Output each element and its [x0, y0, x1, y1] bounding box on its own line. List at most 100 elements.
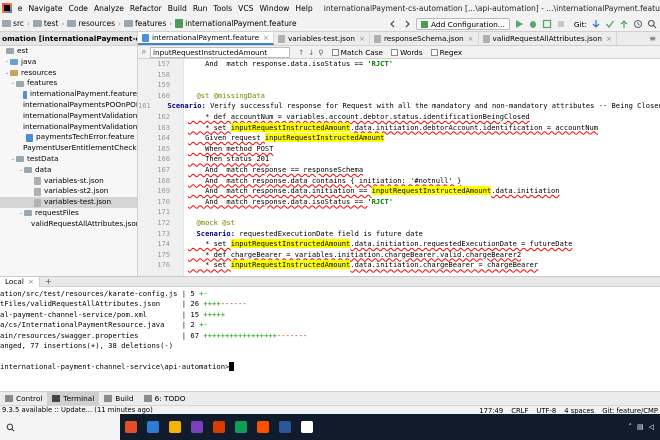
status-message[interactable]: 9.3.5 available :: Update... (11 minutes…	[0, 406, 153, 414]
tree-item[interactable]: ⌄ features	[0, 78, 137, 89]
tree-item[interactable]: paymentsTechError.feature	[0, 132, 137, 143]
menu-item-build[interactable]: Build	[165, 4, 190, 13]
code-line: 175 * def chargeBearer = variables.initi…	[138, 250, 660, 261]
taskbar-search[interactable]	[0, 414, 120, 440]
tree-item[interactable]: validRequestAllAttributes.json	[0, 219, 137, 230]
taskbar-app-icon[interactable]	[274, 414, 296, 440]
tree-item[interactable]: internationalPaymentValidations2.fe	[0, 122, 137, 133]
debug-icon[interactable]	[528, 19, 538, 29]
tree-item[interactable]: internationalPayment.feature	[0, 89, 137, 100]
tool-window-button[interactable]: Terminal	[47, 391, 100, 406]
regex-option[interactable]: Regex	[430, 48, 462, 57]
tree-item[interactable]: ⌄ testData	[0, 154, 137, 165]
taskbar-app-icon[interactable]	[164, 414, 186, 440]
app-glyph-icon	[257, 421, 269, 433]
breadcrumb-feature-file[interactable]: internationalPayment.feature	[173, 19, 298, 28]
match-case-option[interactable]: Match Case	[331, 48, 383, 57]
next-occurrence-icon[interactable]: ↓	[308, 48, 314, 57]
editor-tab[interactable]: responseSchema.json ×	[370, 32, 479, 45]
tool-window-button[interactable]: Build	[99, 392, 138, 406]
tree-item[interactable]: ⌄ data	[0, 165, 137, 176]
code-token: And match response.data.initiation ==	[188, 186, 372, 196]
taskbar-app-icon[interactable]	[142, 414, 164, 440]
tree-item[interactable]: internationalPaymentValidations1.fe	[0, 111, 137, 122]
menu-item-navigate[interactable]: Navigate	[25, 4, 65, 13]
git-update-icon[interactable]	[591, 19, 601, 29]
filter-icon[interactable]: ⚲	[318, 48, 323, 57]
taskbar-app-icon[interactable]	[252, 414, 274, 440]
network-icon[interactable]: ▤	[637, 423, 644, 431]
tree-item[interactable]: variables-st.json	[0, 176, 137, 187]
menu-item-file[interactable]: e	[15, 4, 26, 13]
add-configuration-button[interactable]: Add Configuration...	[416, 18, 510, 30]
intellij-logo-icon	[2, 3, 12, 13]
source-folder-icon	[10, 59, 18, 66]
match-case-checkbox[interactable]	[331, 48, 339, 56]
code-token: 'RJCT'	[367, 59, 393, 68]
taskbar-app-icon[interactable]	[296, 414, 318, 440]
previous-occurrence-icon[interactable]: ↑	[298, 48, 304, 57]
editor-tab[interactable]: internationalPayment.feature ×	[138, 32, 274, 45]
taskbar-app-icon[interactable]	[230, 414, 252, 440]
tool-window-button[interactable]: 6: TODO	[139, 392, 191, 406]
terminal-output[interactable]: ation/src/test/resources/karate-config.j…	[0, 287, 660, 391]
close-icon[interactable]: ×	[263, 34, 269, 42]
line-number: 161	[138, 101, 151, 111]
terminal-text: ------	[220, 299, 247, 309]
menu-item-analyze[interactable]: Analyze	[91, 4, 127, 13]
tree-item[interactable]: internationalPaymentsPOOnPOBO.fe	[0, 100, 137, 111]
tool-window-label: Build	[115, 394, 134, 403]
tree-item[interactable]: PaymentUserEntitlementCheck.feat	[0, 143, 137, 154]
git-commit-icon[interactable]	[605, 19, 615, 29]
code-token: * set	[188, 239, 231, 249]
menu-item-tools[interactable]: Tools	[210, 4, 235, 13]
back-arrow-icon[interactable]	[388, 19, 398, 29]
breadcrumb-test[interactable]: test	[31, 19, 61, 28]
breadcrumb-resources[interactable]: resources	[65, 19, 117, 28]
terminal-tab-local[interactable]: Local ×	[0, 276, 41, 287]
editor-tab[interactable]: validRequestAllAttributes.json ×	[479, 32, 617, 45]
volume-icon[interactable]: ◁	[649, 423, 654, 431]
menu-item-run[interactable]: Run	[190, 4, 211, 13]
close-icon[interactable]: ×	[359, 35, 365, 43]
menu-item-window[interactable]: Window	[256, 4, 292, 13]
taskbar-app-icon[interactable]	[120, 414, 142, 440]
search-everywhere-icon[interactable]	[647, 19, 657, 29]
menu-item-code[interactable]: Code	[66, 4, 91, 13]
words-option[interactable]: Words	[391, 48, 423, 57]
menu-item-help[interactable]: Help	[292, 4, 315, 13]
tree-item[interactable]: variables-test.json	[0, 197, 137, 208]
taskbar-app-icon[interactable]	[208, 414, 230, 440]
code-area[interactable]: 157 And match response.data.isoStatus ==…	[138, 59, 660, 276]
chevron-up-icon[interactable]: ˄	[628, 423, 632, 431]
words-checkbox[interactable]	[391, 48, 399, 56]
breadcrumb-features[interactable]: features	[122, 19, 168, 28]
tree-item[interactable]: ⌄ requestFiles	[0, 208, 137, 219]
breadcrumb-src[interactable]: src	[0, 19, 26, 28]
git-push-icon[interactable]	[619, 19, 629, 29]
close-icon[interactable]: ×	[606, 35, 612, 43]
new-terminal-icon[interactable]: +	[45, 277, 52, 286]
search-input[interactable]	[150, 46, 290, 58]
tabs-overflow-icon[interactable]: ≡	[645, 32, 660, 45]
folder-icon	[6, 48, 14, 55]
tree-item[interactable]: est	[0, 46, 137, 57]
stop-icon[interactable]	[556, 19, 566, 29]
history-icon[interactable]	[633, 19, 643, 29]
tree-item[interactable]: ⌄ resources	[0, 68, 137, 79]
run-icon[interactable]	[514, 19, 524, 29]
menu-item-vcs[interactable]: VCS	[235, 4, 256, 13]
coverage-icon[interactable]	[542, 19, 552, 29]
close-icon[interactable]: ×	[468, 35, 474, 43]
forward-arrow-icon[interactable]	[402, 19, 412, 29]
editor-tab[interactable]: variables-test.json ×	[274, 32, 370, 45]
regex-checkbox[interactable]	[430, 48, 438, 56]
tree-item[interactable]: › java	[0, 57, 137, 68]
tree-item[interactable]: variables-st2.json	[0, 186, 137, 197]
close-icon[interactable]: ×	[28, 277, 34, 286]
line-number: 169	[157, 186, 170, 196]
taskbar-app-icon[interactable]	[186, 414, 208, 440]
tool-window-button[interactable]: Control	[0, 392, 47, 406]
feature-file-icon	[23, 90, 27, 99]
menu-item-refactor[interactable]: Refactor	[127, 4, 165, 13]
